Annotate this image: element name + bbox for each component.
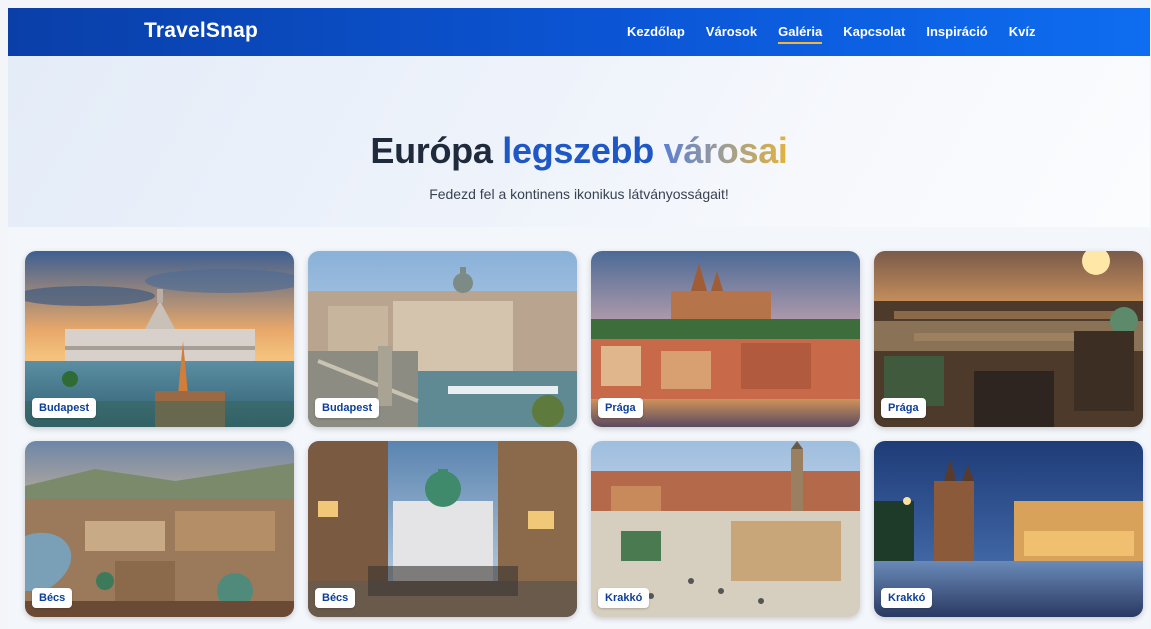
gallery-card[interactable]: Prága	[591, 251, 860, 427]
city-label: Prága	[881, 398, 926, 418]
gallery-card[interactable]: Budapest	[308, 251, 577, 427]
gallery-card[interactable]: Bécs	[25, 441, 294, 617]
nav-item-inspiracio[interactable]: Inspiráció	[926, 24, 987, 44]
nav-item-galeria[interactable]: Galéria	[778, 24, 823, 44]
hero-title-word-1: Európa	[370, 130, 493, 171]
gallery-card[interactable]: Bécs	[308, 441, 577, 617]
gallery-card[interactable]: Budapest	[25, 251, 294, 427]
city-label: Prága	[598, 398, 643, 418]
hero-section: Európa legszebb városai Fedezd fel a kon…	[8, 56, 1150, 227]
gallery-card[interactable]: Prága	[874, 251, 1143, 427]
hero-title-word-2: legszebb	[502, 130, 654, 171]
city-label: Bécs	[32, 588, 73, 608]
city-label: Krakkó	[881, 588, 933, 608]
top-navbar: TravelSnap Kezdőlap Városok Galéria Kapc…	[8, 8, 1150, 56]
city-label: Budapest	[315, 398, 380, 418]
city-label: Budapest	[32, 398, 97, 418]
page-frame: TravelSnap Kezdőlap Városok Galéria Kapc…	[8, 8, 1150, 629]
nav-item-kapcsolat[interactable]: Kapcsolat	[843, 24, 905, 44]
hero-title-word-3: városai	[663, 130, 788, 171]
gallery-card[interactable]: Krakkó	[591, 441, 860, 617]
hero-subtitle: Fedezd fel a kontinens ikonikus látványo…	[429, 186, 729, 202]
brand-logo[interactable]: TravelSnap	[144, 19, 258, 43]
city-label: Krakkó	[598, 588, 650, 608]
city-label: Bécs	[315, 588, 356, 608]
hero-title: Európa legszebb városai	[8, 130, 1150, 172]
nav-item-varosok[interactable]: Városok	[706, 24, 757, 44]
nav-item-kezdolap[interactable]: Kezdőlap	[627, 24, 685, 44]
nav-menu: Kezdőlap Városok Galéria Kapcsolat Inspi…	[627, 24, 1057, 44]
gallery-card[interactable]: Krakkó	[874, 441, 1143, 617]
nav-item-kviz[interactable]: Kvíz	[1009, 24, 1036, 44]
